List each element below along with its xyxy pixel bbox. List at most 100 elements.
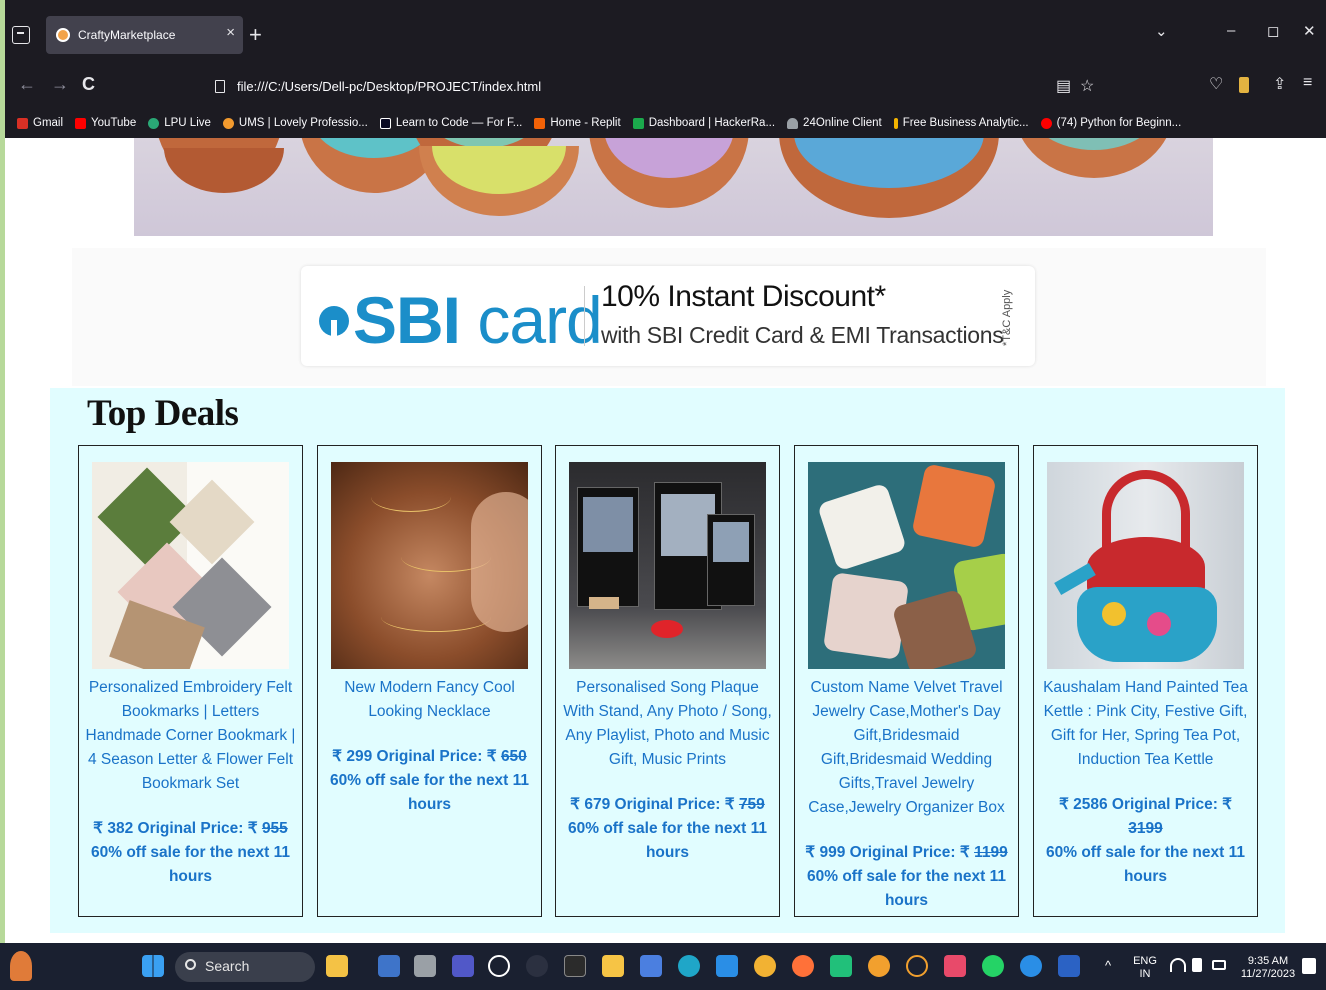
terminal-icon[interactable] xyxy=(564,955,586,977)
search-icon xyxy=(185,959,196,970)
app-pinned-icon[interactable] xyxy=(906,955,928,977)
replit-icon xyxy=(534,117,546,129)
vscode-icon[interactable] xyxy=(716,955,738,977)
volume-icon[interactable] xyxy=(1192,958,1202,972)
product-card[interactable]: New Modern Fancy Cool Looking Necklace ₹… xyxy=(317,445,542,917)
bookmark-lpu-live[interactable]: LPU Live xyxy=(148,117,211,129)
share-icon[interactable]: ⇪ xyxy=(1273,74,1286,94)
taskbar-search[interactable]: Search xyxy=(175,952,315,982)
sbi-card-offer-banner[interactable]: SBI card 10% Instant Discount* with SBI … xyxy=(301,266,1035,366)
clock-date: 11/27/2023 xyxy=(1240,968,1296,980)
sale-note: 60% off sale for the next 11 hours xyxy=(807,868,1006,909)
app-pinned-icon[interactable] xyxy=(944,955,966,977)
tab-list-icon[interactable] xyxy=(12,26,30,44)
dell-icon[interactable] xyxy=(488,955,510,977)
sale-note: 60% off sale for the next 11 hours xyxy=(568,820,767,861)
product-card[interactable]: Custom Name Velvet Travel Jewelry Case,M… xyxy=(794,445,1019,917)
wifi-icon[interactable] xyxy=(1170,958,1186,972)
banner-divider xyxy=(584,286,585,346)
bookmark-business-analytics[interactable]: Free Business Analytic... xyxy=(893,117,1029,129)
clock-time: 9:35 AM xyxy=(1247,955,1289,967)
reader-view-icon[interactable]: ▤ xyxy=(1056,76,1071,96)
product-title[interactable]: New Modern Fancy Cool Looking Necklace xyxy=(344,679,515,720)
new-tab-button[interactable]: + xyxy=(249,22,262,48)
bookmark-youtube[interactable]: YouTube xyxy=(75,117,136,129)
product-card[interactable]: Kaushalam Hand Painted Tea Kettle : Pink… xyxy=(1033,445,1258,917)
file-page-icon xyxy=(215,79,225,93)
app-pinned-icon[interactable] xyxy=(378,955,400,977)
bookmark-ums[interactable]: UMS | Lovely Professio... xyxy=(222,117,368,129)
firefox-icon[interactable] xyxy=(792,955,814,977)
app-pinned-icon[interactable] xyxy=(526,955,548,977)
original-price: 650 xyxy=(500,748,527,765)
tab-overflow-chevron-icon[interactable]: ⌄ xyxy=(1155,22,1168,40)
product-card[interactable]: Personalised Song Plaque With Stand, Any… xyxy=(555,445,780,917)
app-menu-icon[interactable]: ≡ xyxy=(1303,74,1312,92)
product-price: ₹ 679 Original Price: ₹ 759 60% off sale … xyxy=(568,796,767,861)
product-price: ₹ 2586 Original Price: ₹ 3199 60% off sal… xyxy=(1046,796,1245,885)
chrome-icon[interactable] xyxy=(754,955,776,977)
lpu-live-icon xyxy=(148,117,160,129)
bookmark-star-icon[interactable]: ☆ xyxy=(1080,76,1094,96)
task-view-icon[interactable] xyxy=(414,955,436,977)
user-avatar-icon[interactable] xyxy=(10,951,32,981)
product-image[interactable] xyxy=(92,462,289,669)
edge-icon[interactable] xyxy=(678,955,700,977)
web-page: SBI card 10% Instant Discount* with SBI … xyxy=(5,138,1326,943)
address-bar[interactable]: file:///C:/Users/Dell-pc/Desktop/PROJECT… xyxy=(203,71,1108,101)
tab-close-icon[interactable]: × xyxy=(226,24,235,41)
bookmark-gmail[interactable]: Gmail xyxy=(17,117,63,129)
hero-bowls-image xyxy=(134,138,1213,236)
product-image[interactable] xyxy=(569,462,766,669)
bookmark-24online[interactable]: 24Online Client xyxy=(787,117,882,129)
product-title[interactable]: Personalised Song Plaque With Stand, Any… xyxy=(563,679,772,768)
word-icon[interactable] xyxy=(1058,955,1080,977)
product-title[interactable]: Kaushalam Hand Painted Tea Kettle : Pink… xyxy=(1043,679,1248,768)
bookmark-hackerrank[interactable]: Dashboard | HackerRa... xyxy=(632,117,775,129)
bookmarks-toolbar: Gmail YouTube LPU Live UMS | Lovely Prof… xyxy=(5,110,1326,136)
forward-button[interactable]: → xyxy=(51,74,69,95)
windows-start-icon[interactable] xyxy=(142,955,164,977)
product-price: ₹ 299 Original Price: ₹ 650 60% off sale … xyxy=(330,748,529,813)
product-title[interactable]: Custom Name Velvet Travel Jewelry Case,M… xyxy=(808,679,1004,816)
site-favicon-icon xyxy=(56,28,70,42)
settings-gear-icon[interactable] xyxy=(868,955,890,977)
tray-overflow-chevron-icon[interactable]: ^ xyxy=(1105,959,1111,972)
notification-icon[interactable] xyxy=(1302,958,1316,974)
app-pinned-icon[interactable] xyxy=(1020,955,1042,977)
product-title[interactable]: Personalized Embroidery Felt Bookmarks |… xyxy=(86,679,296,792)
product-card[interactable]: Personalized Embroidery Felt Bookmarks |… xyxy=(78,445,303,917)
freecodecamp-icon xyxy=(379,117,391,129)
pocket-icon[interactable]: ♡ xyxy=(1209,74,1223,94)
whatsapp-icon[interactable] xyxy=(982,955,1004,977)
bookmark-freecodecamp[interactable]: Learn to Code — For F... xyxy=(379,117,522,129)
tab-title: CraftyMarketplace xyxy=(78,28,176,42)
sale-note: 60% off sale for the next 11 hours xyxy=(91,844,290,885)
widgets-icon[interactable] xyxy=(326,955,348,977)
store-icon[interactable] xyxy=(640,955,662,977)
discount-subtitle: with SBI Credit Card & EMI Transactions xyxy=(601,322,1004,348)
back-button[interactable]: ← xyxy=(18,74,36,95)
clock[interactable]: 9:35 AM 11/27/2023 xyxy=(1236,955,1300,981)
close-window-button[interactable]: ✕ xyxy=(1303,22,1316,40)
app-pinned-icon[interactable] xyxy=(830,955,852,977)
product-price: ₹ 999 Original Price: ₹ 1199 60% off sale… xyxy=(805,844,1008,909)
bookmark-python-youtube[interactable]: (74) Python for Beginn... xyxy=(1040,117,1181,129)
youtube-icon xyxy=(1040,117,1052,129)
product-image[interactable] xyxy=(331,462,528,669)
teams-icon[interactable] xyxy=(452,955,474,977)
minimize-button[interactable]: – xyxy=(1227,22,1235,39)
extension-icon[interactable] xyxy=(1239,77,1249,93)
file-explorer-icon[interactable] xyxy=(602,955,624,977)
active-tab[interactable]: CraftyMarketplace × xyxy=(46,16,243,54)
battery-icon[interactable] xyxy=(1212,960,1226,970)
restore-button[interactable]: ◻ xyxy=(1267,22,1279,40)
bookmark-replit[interactable]: Home - Replit xyxy=(534,117,621,129)
product-image[interactable] xyxy=(1047,462,1244,669)
product-info: Personalised Song Plaque With Stand, Any… xyxy=(562,676,773,865)
reload-button[interactable]: C xyxy=(82,74,95,95)
original-price: 1199 xyxy=(974,844,1008,861)
product-image[interactable] xyxy=(808,462,1005,669)
terms-apply-note: *T&C Apply xyxy=(1001,289,1013,347)
language-indicator[interactable]: ENG IN xyxy=(1130,955,1160,981)
